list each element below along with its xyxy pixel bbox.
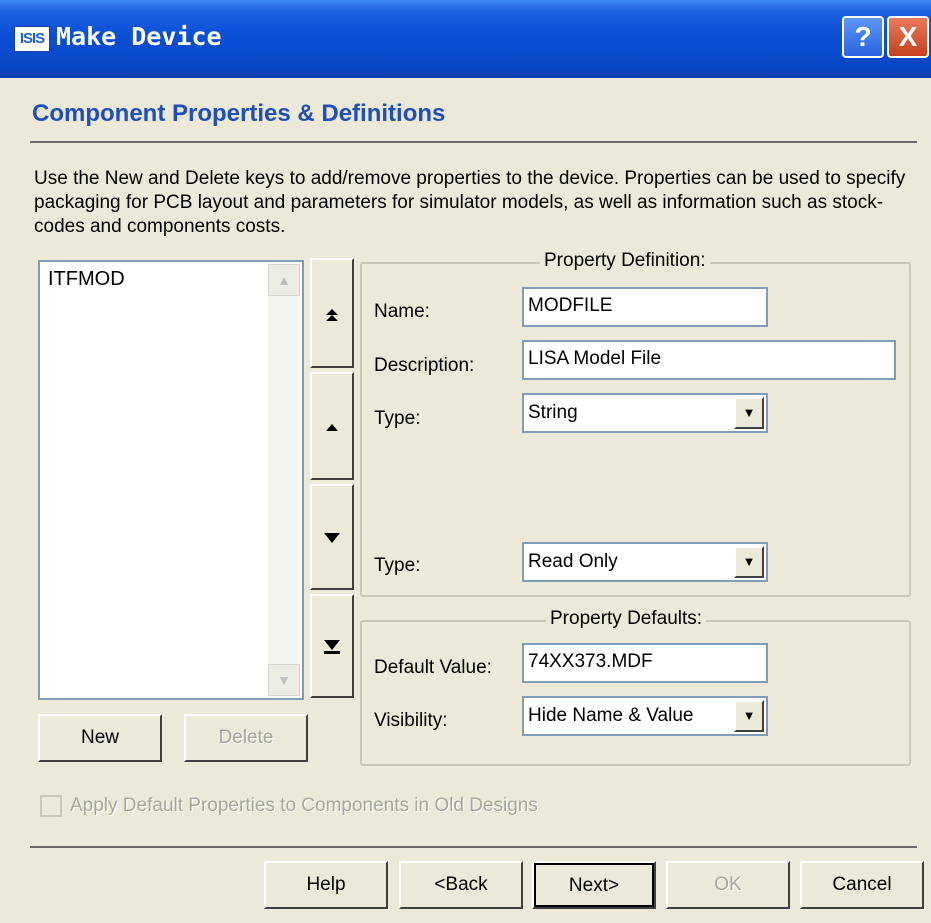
visibility-select[interactable]: Hide Name & Value ▼ (522, 696, 768, 736)
list-item[interactable]: ITFMOD (48, 268, 125, 291)
chevron-down-icon[interactable]: ▼ (734, 700, 764, 732)
page-description: Use the New and Delete keys to add/remov… (34, 168, 906, 237)
move-bottom-button[interactable] (310, 594, 354, 698)
move-up-button[interactable] (310, 372, 354, 480)
access-type-select[interactable]: Read Only ▼ (522, 542, 768, 582)
default-value-field[interactable]: 74XX373.MDF (522, 643, 768, 683)
scroll-up-arrow-icon[interactable]: ▲ (268, 264, 300, 296)
page-heading: Component Properties & Definitions (32, 100, 446, 127)
isis-app-icon: ISIS (14, 26, 50, 52)
help-button[interactable]: Help (264, 861, 388, 909)
name-field[interactable]: MODFILE (522, 287, 768, 327)
chevron-down-icon[interactable]: ▼ (734, 546, 764, 578)
title-help-button[interactable]: ? (842, 16, 884, 58)
chevron-down-icon[interactable]: ▼ (734, 397, 764, 429)
ok-button[interactable]: OK (666, 861, 790, 909)
apply-defaults-label: Apply Default Properties to Components i… (70, 795, 538, 816)
name-label: Name: (374, 301, 430, 322)
cancel-button[interactable]: Cancel (800, 861, 924, 909)
type-label: Type: (374, 408, 421, 429)
access-type-label: Type: (374, 555, 421, 576)
property-definition-title: Property Definition: (540, 250, 710, 272)
make-device-dialog: ISIS Make Device ? X Component Propertie… (0, 0, 931, 923)
delete-button[interactable]: Delete (184, 714, 308, 762)
property-defaults-group (360, 620, 911, 766)
title-close-button[interactable]: X (887, 16, 929, 58)
window-title: Make Device (56, 22, 222, 51)
title-bar[interactable]: ISIS Make Device ? X (0, 0, 931, 78)
list-scrollbar[interactable]: ▲ ▼ (268, 264, 300, 696)
default-value-label: Default Value: (374, 657, 492, 678)
property-list[interactable]: ITFMOD ▲ ▼ (38, 260, 304, 700)
footer-divider (30, 846, 917, 848)
heading-divider (30, 141, 917, 143)
move-top-button[interactable] (310, 258, 354, 368)
next-button[interactable]: Next> (532, 861, 656, 909)
description-label: Description: (374, 355, 475, 376)
back-button[interactable]: <Back (399, 861, 523, 909)
property-defaults-title: Property Defaults: (546, 608, 707, 630)
type-select-value: String (528, 402, 578, 423)
apply-defaults-checkbox[interactable] (40, 795, 62, 817)
visibility-label: Visibility: (374, 710, 448, 731)
down-arrow-icon (324, 533, 340, 544)
up-arrow-icon (326, 424, 338, 432)
double-up-arrow-icon (326, 309, 338, 322)
scroll-down-arrow-icon[interactable]: ▼ (268, 664, 300, 696)
new-button[interactable]: New (38, 714, 162, 762)
down-to-bar-icon (324, 640, 340, 655)
access-type-select-value: Read Only (528, 551, 618, 572)
visibility-select-value: Hide Name & Value (528, 705, 694, 726)
type-select[interactable]: String ▼ (522, 393, 768, 433)
move-down-button[interactable] (310, 484, 354, 590)
description-field[interactable]: LISA Model File (522, 340, 896, 380)
